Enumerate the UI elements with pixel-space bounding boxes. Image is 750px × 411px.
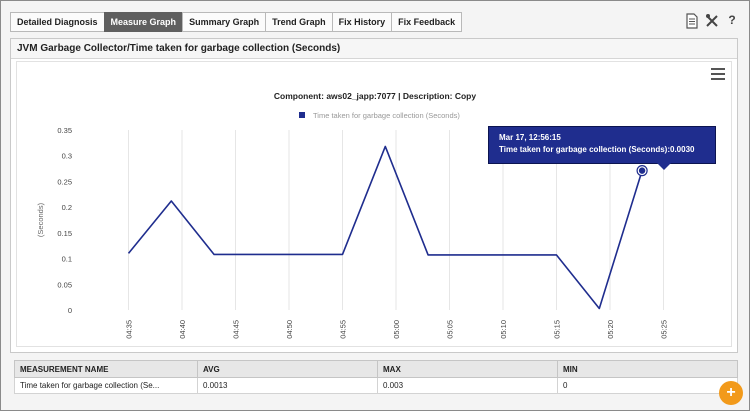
tools-icon[interactable]	[705, 13, 719, 29]
tab-detailed-diagnosis[interactable]: Detailed Diagnosis	[10, 12, 104, 32]
y-tick-label: 0.2	[62, 203, 72, 212]
tab-measure-graph[interactable]: Measure Graph	[103, 12, 183, 32]
highlight-point	[638, 167, 646, 174]
y-tick-label: 0.05	[57, 280, 72, 289]
line-chart: Component: aws02_japp:7077 | Description…	[36, 91, 669, 339]
series-line	[127, 145, 643, 310]
tab-trend-graph[interactable]: Trend Graph	[265, 12, 332, 32]
window-frame: Detailed Diagnosis Measure Graph Summary…	[0, 0, 750, 411]
y-tick-label: 0	[68, 306, 72, 315]
table-header-row: MEASUREMENT NAME AVG MAX MIN	[14, 360, 738, 378]
y-tick-label: 0.15	[57, 229, 72, 238]
measurement-table: MEASUREMENT NAME AVG MAX MIN Time taken …	[14, 360, 738, 394]
cell-avg: 0.0013	[197, 377, 378, 394]
col-max[interactable]: MAX	[377, 360, 558, 378]
x-tick-label: 05:05	[446, 320, 455, 339]
toolbar: ?	[685, 13, 739, 29]
document-icon[interactable]	[685, 13, 699, 29]
tab-bar: Detailed Diagnosis Measure Graph Summary…	[10, 12, 463, 32]
tooltip-time: Mar 17, 12:56:15	[499, 133, 561, 142]
x-tick-label: 04:40	[178, 320, 187, 339]
add-button[interactable]: +	[719, 381, 743, 405]
col-min[interactable]: MIN	[557, 360, 738, 378]
cell-max: 0.003	[377, 377, 558, 394]
tooltip-arrow	[657, 163, 671, 170]
x-tick-label: 05:25	[660, 320, 669, 339]
tab-fix-history[interactable]: Fix History	[331, 12, 392, 32]
y-tick-label: 0.3	[62, 152, 72, 161]
measure-graph-panel: JVM Garbage Collector/Time taken for gar…	[10, 38, 738, 353]
col-measurement-name[interactable]: MEASUREMENT NAME	[14, 360, 198, 378]
x-tick-label: 05:15	[553, 320, 562, 339]
tooltip-value: Time taken for garbage collection (Secon…	[499, 145, 695, 154]
y-tick-label: 0.1	[62, 255, 72, 264]
col-avg[interactable]: AVG	[197, 360, 378, 378]
x-tick-label: 05:10	[499, 320, 508, 339]
table-row: Time taken for garbage collection (Se...…	[14, 377, 738, 394]
tab-fix-feedback[interactable]: Fix Feedback	[391, 12, 463, 32]
chart-title: Component: aws02_japp:7077 | Description…	[274, 91, 476, 101]
x-tick-label: 04:50	[285, 320, 294, 339]
tab-summary-graph[interactable]: Summary Graph	[182, 12, 266, 32]
x-tick-label: 05:20	[606, 320, 615, 339]
cell-min: 0	[557, 377, 738, 394]
y-tick-label: 0.25	[57, 177, 72, 186]
y-tick-label: 0.35	[57, 126, 72, 135]
x-tick-label: 04:55	[339, 320, 348, 339]
help-icon[interactable]: ?	[725, 13, 739, 29]
panel-title: JVM Garbage Collector/Time taken for gar…	[11, 39, 737, 59]
x-tick-label: 04:35	[125, 320, 134, 339]
cell-measurement-name: Time taken for garbage collection (Se...	[14, 377, 198, 394]
legend-label: Time taken for garbage collection (Secon…	[313, 111, 460, 120]
y-axis-label: (Seconds)	[36, 202, 45, 237]
point-tooltip: Mar 17, 12:56:15 Time taken for garbage …	[488, 126, 716, 170]
legend-marker	[299, 112, 305, 118]
x-tick-label: 04:45	[232, 320, 241, 339]
x-tick-label: 05:00	[392, 320, 401, 339]
chart-container: Component: aws02_japp:7077 | Description…	[16, 61, 732, 347]
